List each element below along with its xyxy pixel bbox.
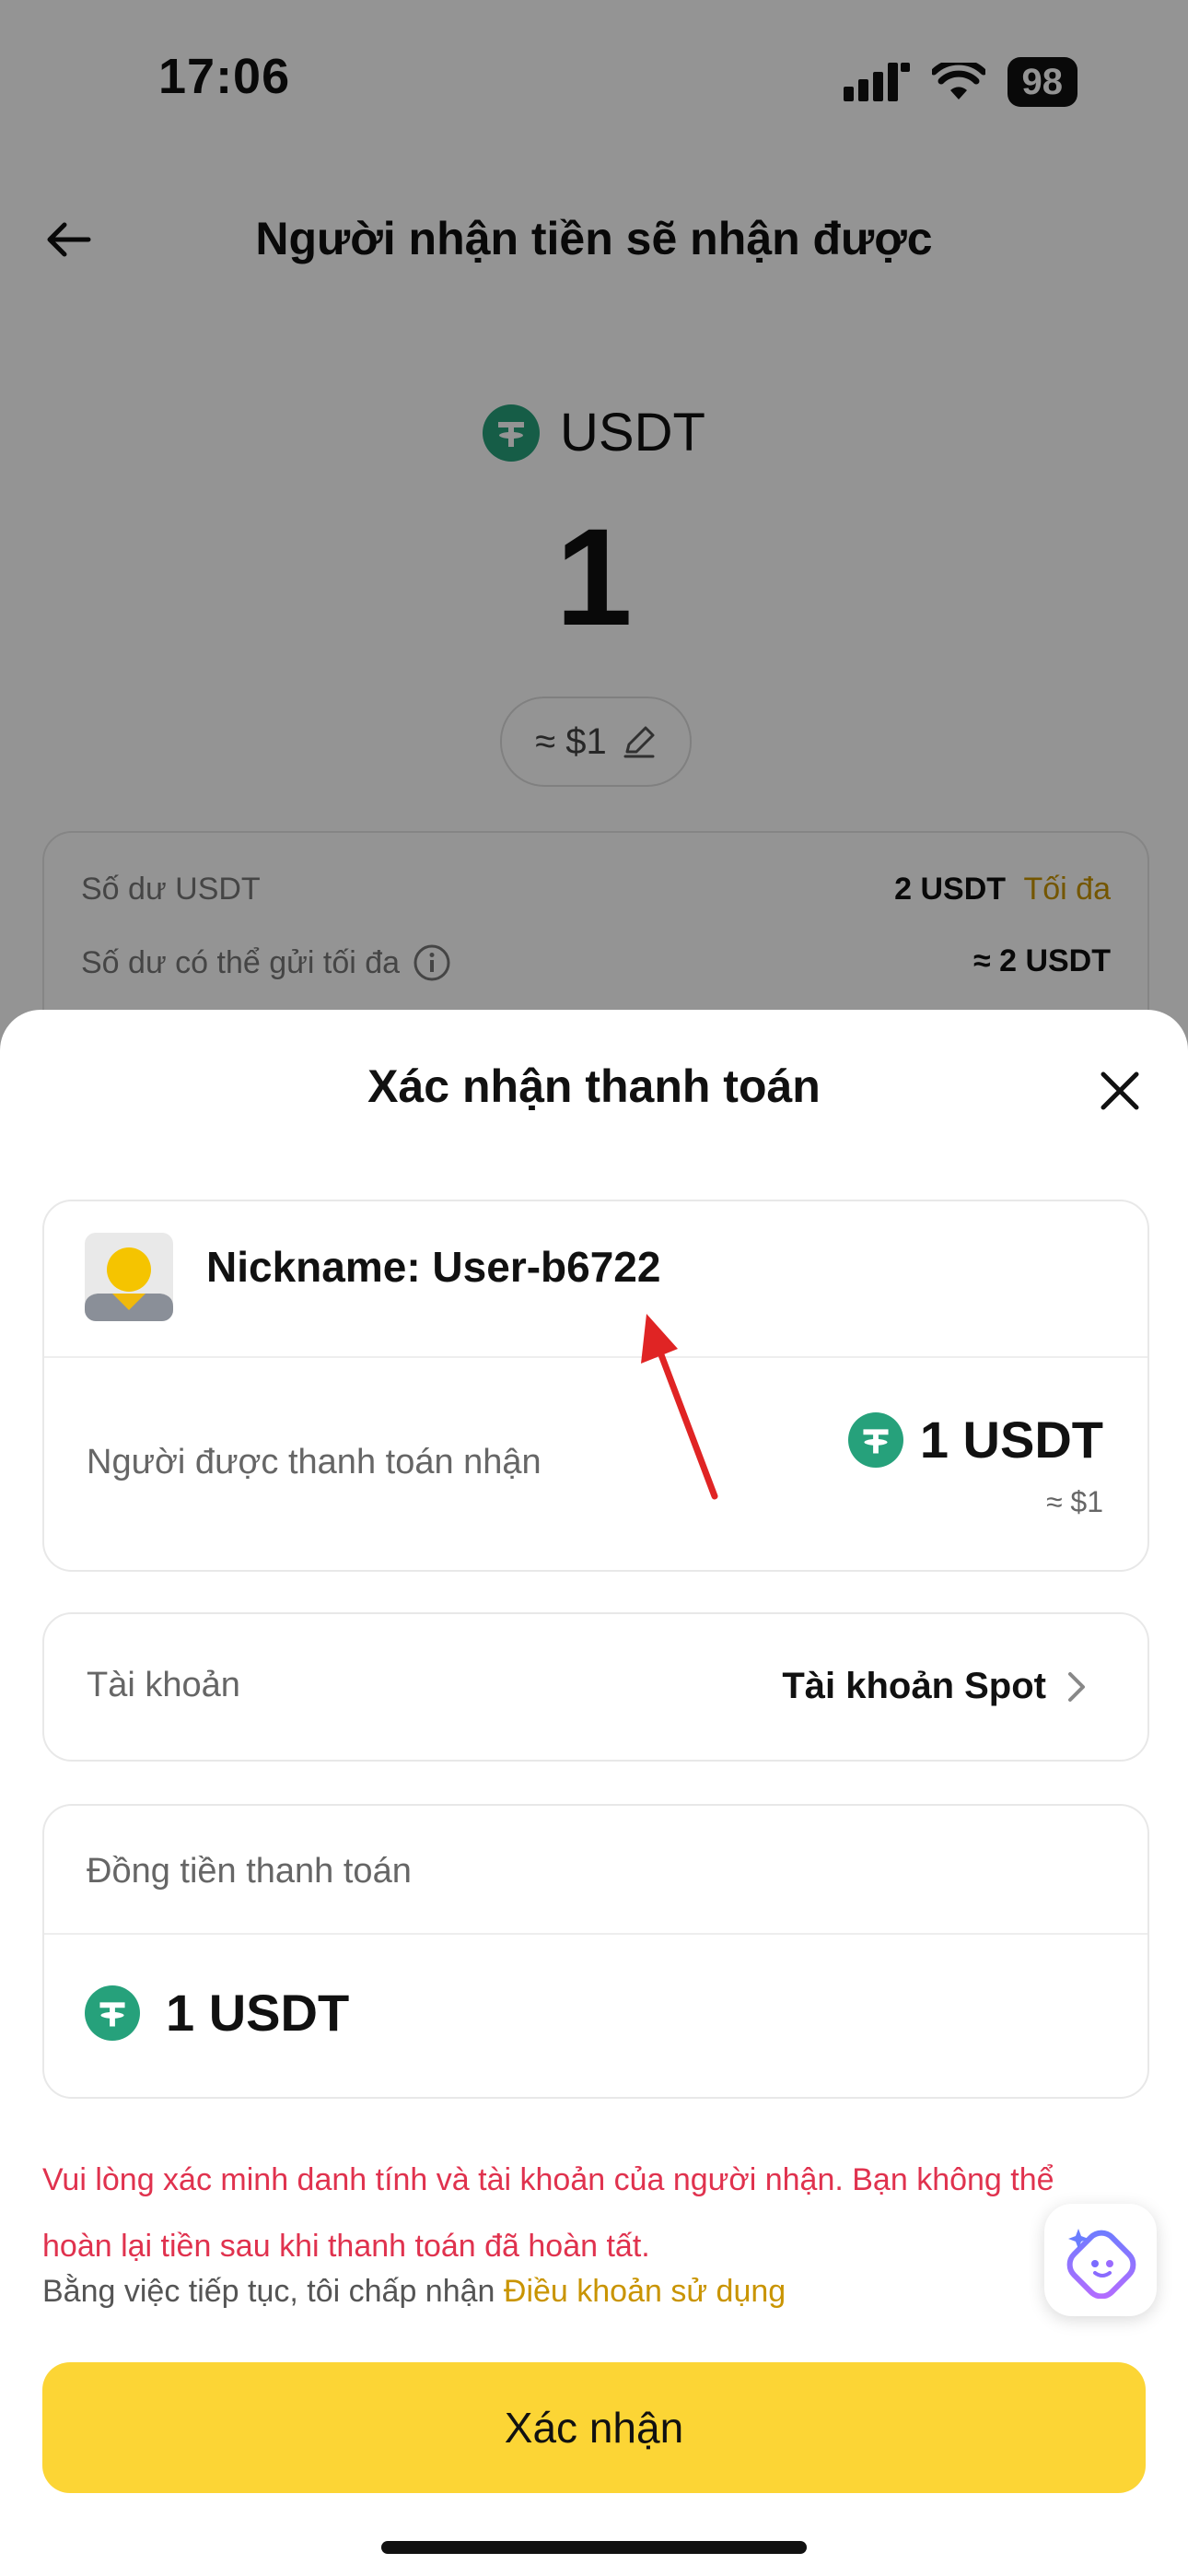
terms-text: Bằng việc tiếp tục, tôi chấp nhận Điều k… bbox=[42, 2274, 786, 2310]
terms-link[interactable]: Điều khoản sử dụng bbox=[504, 2274, 786, 2309]
payee-label: Người được thanh toán nhận bbox=[87, 1443, 542, 1481]
annotation-arrow bbox=[641, 1314, 718, 1500]
currency-amount: 1 USDT bbox=[85, 1983, 349, 2043]
confirm-button[interactable]: Xác nhận bbox=[42, 2362, 1146, 2493]
tether-icon bbox=[85, 1985, 140, 2041]
assistant-icon bbox=[1066, 2229, 1136, 2299]
payee-amount-value: 1 USDT bbox=[919, 1411, 1103, 1469]
close-icon[interactable] bbox=[1094, 1065, 1146, 1117]
account-value[interactable]: Tài khoản Spot bbox=[782, 1666, 1089, 1707]
payee-amount: 1 USDT bbox=[847, 1410, 1103, 1469]
chevron-right-icon bbox=[1068, 1671, 1085, 1702]
currency-amount-value: 1 USDT bbox=[166, 1984, 350, 2042]
currency-label: Đồng tiền thanh toán bbox=[87, 1852, 412, 1891]
home-indicator bbox=[381, 2541, 807, 2554]
currency-card: Đồng tiền thanh toán bbox=[42, 1804, 1149, 2099]
avatar bbox=[85, 1233, 173, 1321]
account-value-text: Tài khoản Spot bbox=[782, 1666, 1046, 1706]
account-label: Tài khoản bbox=[87, 1666, 240, 1704]
assistant-button[interactable] bbox=[1044, 2204, 1157, 2316]
payee-approx: ≈ $1 bbox=[1045, 1485, 1103, 1518]
warning-text: Vui lòng xác minh danh tính và tài khoản… bbox=[42, 2162, 1054, 2264]
sheet-title: Xác nhận thanh toán bbox=[367, 1060, 821, 1112]
recipient-nickname: Nickname: User-b6722 bbox=[206, 1243, 661, 1291]
tether-icon bbox=[847, 1411, 903, 1468]
terms-prefix: Bằng việc tiếp tục, tôi chấp nhận bbox=[42, 2274, 504, 2309]
